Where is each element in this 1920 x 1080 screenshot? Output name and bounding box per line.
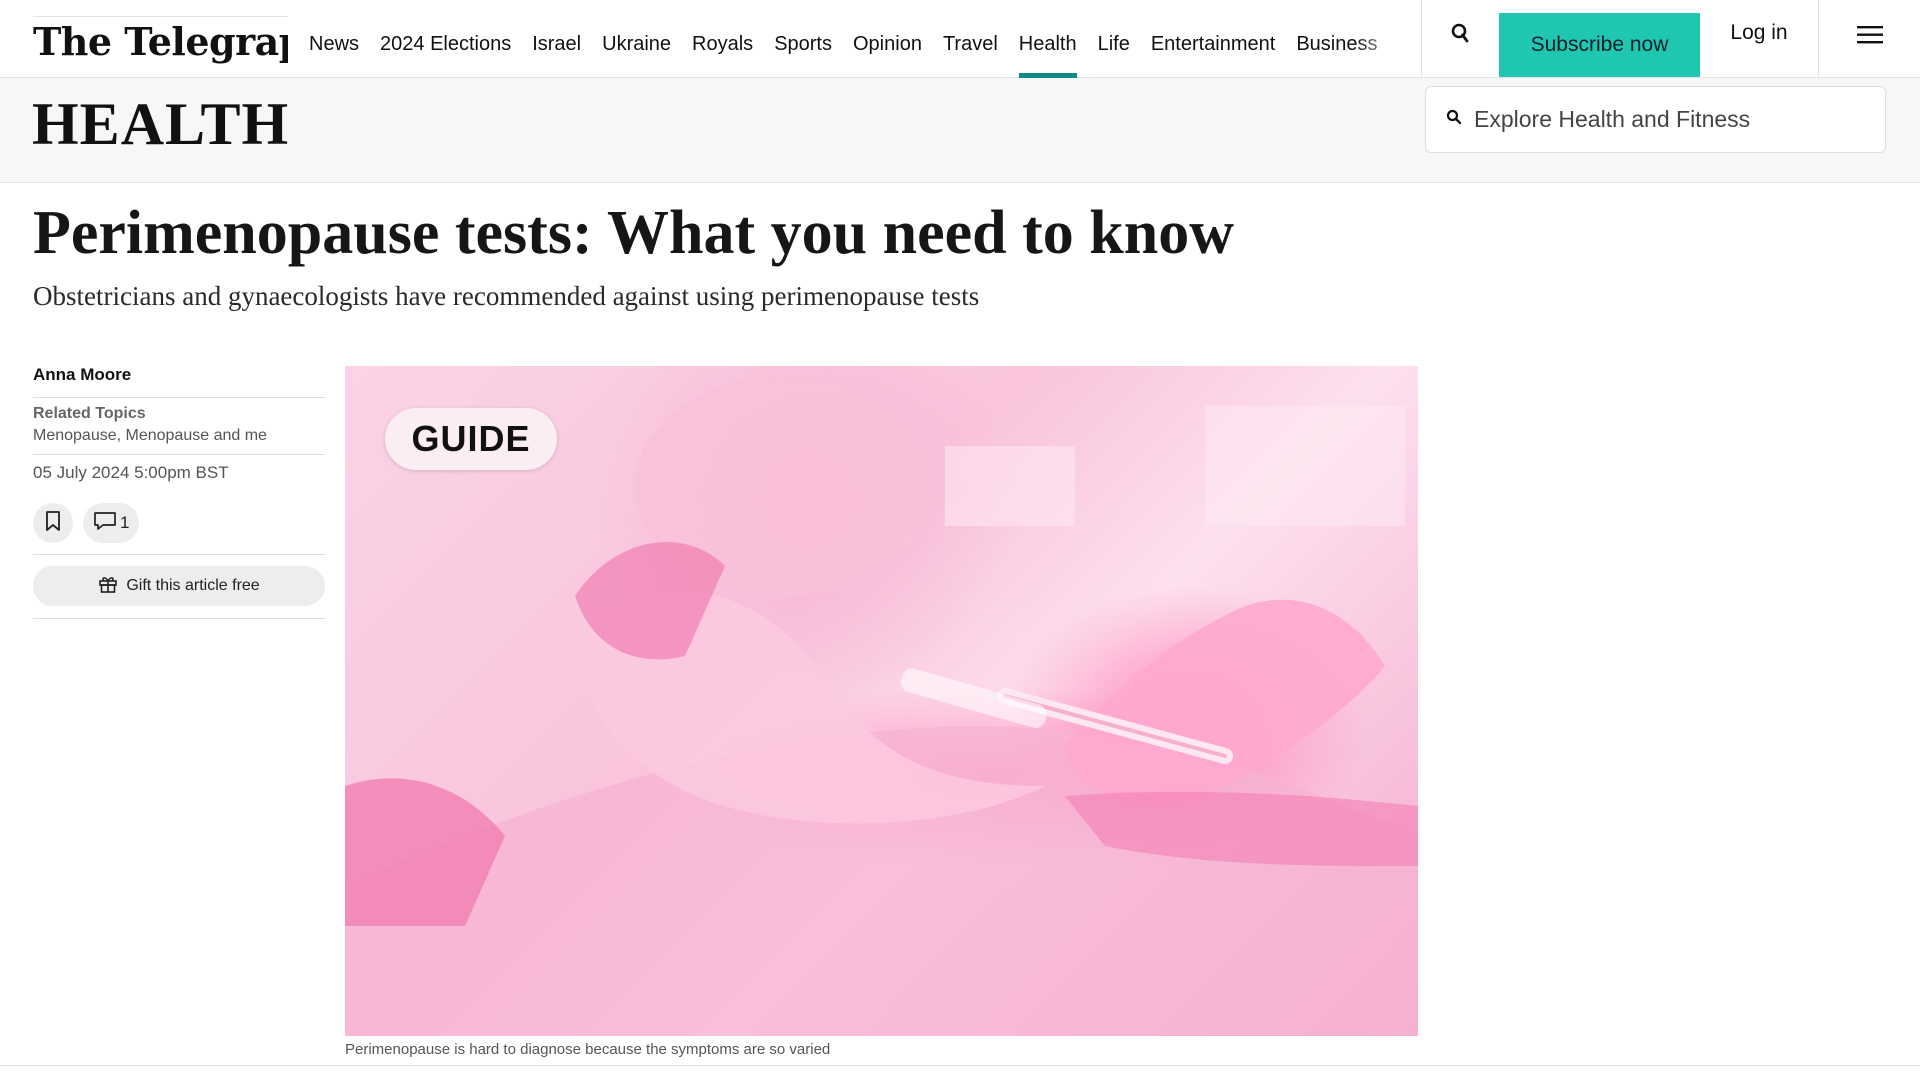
- guide-badge: GUIDE: [385, 408, 557, 470]
- comments-button[interactable]: 1: [83, 503, 140, 543]
- section-search-box[interactable]: [1425, 86, 1886, 153]
- nav-item-news[interactable]: News: [309, 0, 359, 78]
- related-topics-links[interactable]: Menopause, Menopause and me: [33, 427, 325, 455]
- search-icon: [1450, 23, 1472, 50]
- nav-item-business[interactable]: Business: [1296, 0, 1377, 78]
- gift-article-label: Gift this article free: [126, 577, 260, 594]
- nav-item-2024-elections[interactable]: 2024 Elections: [380, 0, 511, 78]
- nav-item-royals[interactable]: Royals: [692, 0, 753, 78]
- nav-item-health[interactable]: Health: [1018, 0, 1077, 78]
- article-headline: Perimenopause tests: What you need to kn…: [33, 199, 1234, 267]
- gift-icon: [98, 574, 118, 599]
- bookmark-button[interactable]: [33, 503, 73, 543]
- nav-item-life[interactable]: Life: [1098, 0, 1130, 78]
- hamburger-menu-icon: [1856, 24, 1884, 51]
- related-topics-label: Related Topics: [33, 405, 146, 422]
- nav-item-israel[interactable]: Israel: [532, 0, 581, 78]
- menu-button[interactable]: [1820, 0, 1920, 78]
- main-nav: News 2024 Elections Israel Ukraine Royal…: [309, 0, 1409, 78]
- nav-item-entertainment[interactable]: Entertainment: [1151, 0, 1276, 78]
- section-header: HEALTH: [0, 78, 1920, 183]
- nav-item-opinion[interactable]: Opinion: [853, 0, 922, 78]
- author-name[interactable]: Anna Moore: [33, 362, 325, 398]
- article-meta: Anna Moore Related Topics Menopause, Men…: [33, 362, 325, 619]
- site-logo[interactable]: The Telegraph: [33, 16, 288, 66]
- search-button[interactable]: [1430, 14, 1492, 58]
- publish-date: 05 July 2024 5:00pm BST: [33, 463, 229, 482]
- nav-item-ukraine[interactable]: Ukraine: [602, 0, 671, 78]
- meta-divider: [33, 618, 325, 619]
- section-title: HEALTH: [32, 91, 290, 157]
- section-search-input[interactable]: [1474, 106, 1874, 133]
- gift-article-button[interactable]: Gift this article free: [33, 566, 325, 606]
- nav-item-travel[interactable]: Travel: [943, 0, 998, 78]
- hero-image: GUIDE: [345, 366, 1418, 1036]
- hero-image-caption: Perimenopause is hard to diagnose becaus…: [345, 1041, 831, 1058]
- subscribe-button[interactable]: Subscribe now: [1499, 13, 1700, 77]
- nav-divider: [1421, 0, 1422, 78]
- comment-count: 1: [120, 513, 130, 532]
- nav-item-sports[interactable]: Sports: [774, 0, 832, 78]
- bookmark-icon: [44, 510, 62, 537]
- page-bottom-rule: [0, 1065, 1920, 1066]
- article-actions: 1: [33, 503, 325, 555]
- comment-icon: [93, 511, 117, 536]
- article-standfirst: Obstetricians and gynaecologists have re…: [33, 281, 980, 311]
- top-navigation-bar: The Telegraph News 2024 Elections Israel…: [0, 0, 1920, 78]
- menu-divider: [1818, 0, 1819, 78]
- login-link[interactable]: Log in: [1700, 0, 1818, 78]
- search-icon: [1446, 109, 1462, 130]
